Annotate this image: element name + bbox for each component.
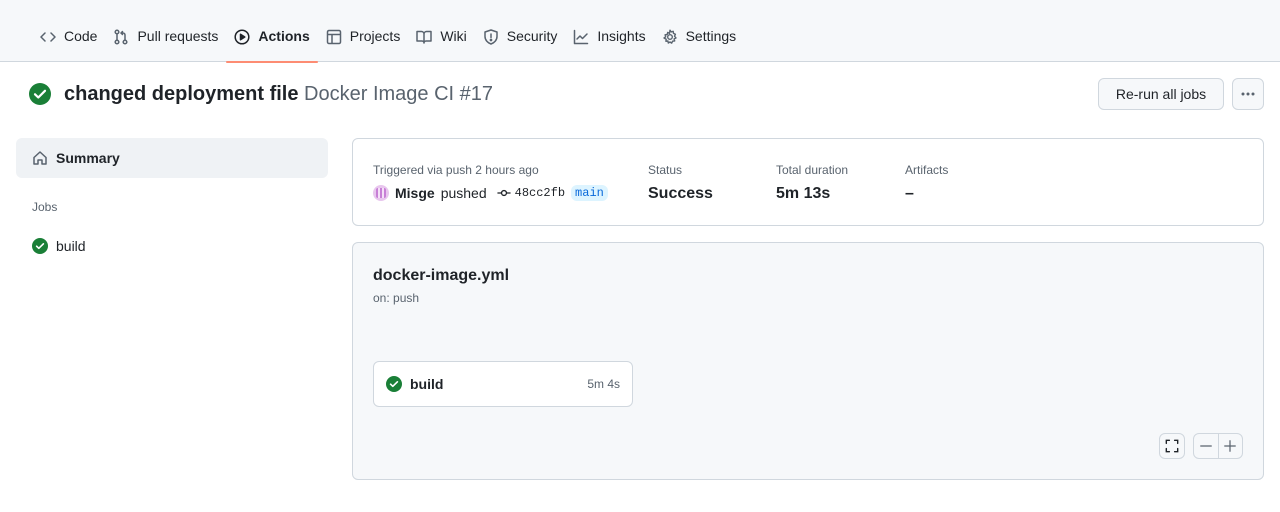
book-icon bbox=[416, 30, 433, 44]
sidebar-item-build[interactable]: build bbox=[32, 238, 86, 254]
artifacts-label: Artifacts bbox=[905, 163, 949, 177]
actor-link[interactable]: Misge bbox=[395, 185, 435, 201]
gear-icon bbox=[662, 29, 677, 44]
duration-label: Total duration bbox=[776, 163, 849, 177]
zoom-out-button[interactable] bbox=[1194, 434, 1218, 458]
more-options-button[interactable] bbox=[1232, 78, 1264, 110]
sidebar-item-label: build bbox=[56, 238, 86, 254]
job-duration: 5m 4s bbox=[587, 377, 620, 391]
sidebar-item-label: Summary bbox=[56, 150, 120, 166]
tab-label: Settings bbox=[685, 28, 737, 44]
rerun-all-jobs-button[interactable]: Re-run all jobs bbox=[1098, 78, 1224, 110]
workflow-graph: docker-image.yml on: push build 5m 4s bbox=[352, 242, 1264, 480]
home-icon bbox=[33, 151, 47, 165]
commit-link[interactable]: 48cc2fb bbox=[497, 186, 565, 200]
minus-icon bbox=[1200, 445, 1212, 447]
trigger-detail: Misge pushed 48cc2fb main bbox=[373, 185, 608, 201]
tab-label: Projects bbox=[349, 28, 401, 44]
job-card-build[interactable]: build 5m 4s bbox=[373, 361, 633, 407]
artifacts-info: Artifacts – bbox=[905, 163, 948, 203]
run-summary-panel: Triggered via push 2 hours ago Misge pus… bbox=[352, 138, 1264, 226]
artifacts-value: – bbox=[905, 185, 914, 202]
tab-insights[interactable]: Insights bbox=[565, 24, 653, 62]
status-info: Status Success bbox=[648, 163, 713, 203]
tab-label: Insights bbox=[597, 28, 646, 44]
repo-nav: Code Pull requests Actions Projects Wiki… bbox=[0, 0, 1280, 63]
workflow-file-name: docker-image.yml bbox=[373, 267, 510, 284]
branch-badge[interactable]: main bbox=[571, 185, 608, 201]
tab-wiki[interactable]: Wiki bbox=[408, 24, 474, 62]
run-title: changed deployment file bbox=[64, 82, 299, 105]
tab-label: Actions bbox=[258, 28, 310, 44]
code-icon bbox=[40, 32, 56, 42]
kebab-horizontal-icon bbox=[1241, 92, 1255, 96]
status-value: Success bbox=[648, 185, 713, 202]
tab-code[interactable]: Code bbox=[32, 24, 105, 62]
workflow-run-label[interactable]: Docker Image CI #17 bbox=[304, 83, 493, 105]
trigger-text: Triggered via push 2 hours ago bbox=[373, 163, 539, 177]
action-text: pushed bbox=[440, 185, 487, 201]
repo-tabs: Code Pull requests Actions Projects Wiki… bbox=[32, 24, 745, 63]
git-pull-request-icon bbox=[114, 29, 129, 45]
tab-projects[interactable]: Projects bbox=[318, 24, 409, 62]
tab-actions[interactable]: Actions bbox=[226, 24, 319, 63]
duration-info: Total duration 5m 13s bbox=[776, 163, 848, 203]
workflow-trigger: on: push bbox=[373, 291, 420, 305]
tab-label: Wiki bbox=[440, 28, 467, 44]
tab-label: Pull requests bbox=[137, 28, 219, 44]
tab-pull-requests[interactable]: Pull requests bbox=[105, 24, 226, 62]
avatar[interactable] bbox=[373, 185, 389, 201]
status-label: Status bbox=[648, 163, 683, 177]
page-title: changed deployment file Docker Image CI … bbox=[64, 83, 493, 106]
job-name: build bbox=[410, 376, 444, 392]
table-icon bbox=[326, 29, 341, 45]
plus-icon bbox=[1224, 440, 1237, 452]
screen-full-icon bbox=[1165, 439, 1179, 453]
jobs-heading: Jobs bbox=[32, 200, 58, 214]
tab-settings[interactable]: Settings bbox=[654, 24, 745, 62]
trigger-info: Triggered via push 2 hours ago Misge pus… bbox=[373, 163, 608, 201]
check-circle-fill-icon bbox=[386, 376, 402, 392]
graph-icon bbox=[574, 29, 589, 45]
tab-label: Security bbox=[506, 28, 558, 44]
zoom-controls bbox=[1193, 433, 1243, 459]
run-header: changed deployment file Docker Image CI … bbox=[28, 82, 493, 106]
commit-sha: 48cc2fb bbox=[514, 186, 566, 200]
tab-label: Code bbox=[64, 28, 98, 44]
shield-icon bbox=[484, 29, 498, 45]
duration-value: 5m 13s bbox=[776, 185, 831, 202]
fullscreen-button[interactable] bbox=[1159, 433, 1185, 459]
check-circle-fill-icon bbox=[29, 83, 51, 105]
tab-security[interactable]: Security bbox=[475, 24, 566, 62]
zoom-in-button[interactable] bbox=[1217, 434, 1242, 458]
check-circle-fill-icon bbox=[32, 238, 48, 254]
sidebar-item-summary[interactable]: Summary bbox=[16, 138, 328, 178]
play-icon bbox=[234, 29, 250, 45]
git-commit-icon bbox=[497, 189, 511, 197]
